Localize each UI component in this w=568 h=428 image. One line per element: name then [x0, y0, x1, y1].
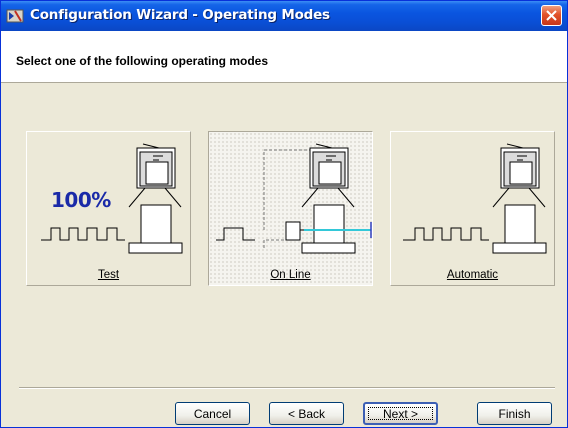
mode-automatic-option[interactable]: Automatic	[390, 131, 555, 286]
mode-online-option[interactable]: On Line	[208, 131, 373, 286]
wizard-app-icon	[6, 9, 24, 23]
window-title: Configuration Wizard - Operating Modes	[30, 7, 330, 23]
close-icon	[546, 10, 557, 21]
header-divider	[1, 82, 567, 83]
mode-test-label: Test	[97, 269, 120, 281]
mode-automatic-label: Automatic	[446, 269, 499, 281]
next-button-label: Next >	[382, 406, 418, 421]
close-button[interactable]	[541, 5, 562, 26]
finish-button[interactable]: Finish	[477, 402, 552, 425]
back-button[interactable]: < Back	[269, 402, 344, 425]
mode-test-option[interactable]: 100% Test	[26, 131, 191, 286]
mode-online-label: On Line	[270, 269, 311, 281]
next-button[interactable]: Next >	[363, 402, 438, 425]
cancel-button[interactable]: Cancel	[175, 402, 250, 425]
wizard-header: Select one of the following operating mo…	[1, 31, 567, 82]
wizard-window: Configuration Wizard - Operating Modes S…	[0, 0, 568, 428]
title-bar[interactable]: Configuration Wizard - Operating Modes	[1, 1, 567, 31]
automatic-mode-illustration	[403, 143, 547, 254]
test-percentage-badge: 100%	[51, 188, 111, 212]
instruction-text: Select one of the following operating mo…	[16, 54, 269, 68]
online-mode-illustration	[216, 143, 372, 254]
